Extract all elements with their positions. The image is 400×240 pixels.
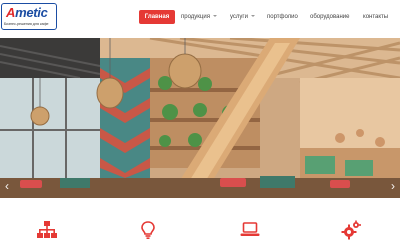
brand-tagline: Бизнес-решения для кафе bbox=[4, 22, 49, 26]
features-row bbox=[0, 198, 400, 240]
nav-item-contacts[interactable]: контакты bbox=[363, 10, 388, 24]
nav-item-home[interactable]: Главная bbox=[139, 10, 175, 24]
org-structure-icon bbox=[37, 221, 57, 238]
chevron-down-icon bbox=[250, 15, 255, 18]
nav-item-services[interactable]: услуги bbox=[230, 10, 255, 24]
lightbulb-icon bbox=[141, 221, 155, 240]
nav-item-equipment[interactable]: оборудование bbox=[310, 10, 349, 24]
laptop-icon bbox=[240, 222, 260, 236]
brand-logo[interactable]: Ametic Бизнес-решения для кафе bbox=[1, 3, 57, 30]
nav-item-portfolio[interactable]: портфолио bbox=[267, 10, 298, 24]
hero-slider[interactable]: ‹ › bbox=[0, 38, 400, 198]
site-header: Ametic Бизнес-решения для кафе Главная п… bbox=[0, 0, 400, 38]
slide-image bbox=[0, 38, 400, 198]
chevron-down-icon bbox=[212, 15, 217, 18]
gears-icon bbox=[341, 220, 361, 240]
nav-item-products[interactable]: продукция bbox=[181, 10, 217, 24]
brand-name: Ametic bbox=[6, 5, 48, 20]
slider-next-button[interactable]: › bbox=[389, 178, 397, 194]
slider-prev-button[interactable]: ‹ bbox=[3, 178, 11, 194]
